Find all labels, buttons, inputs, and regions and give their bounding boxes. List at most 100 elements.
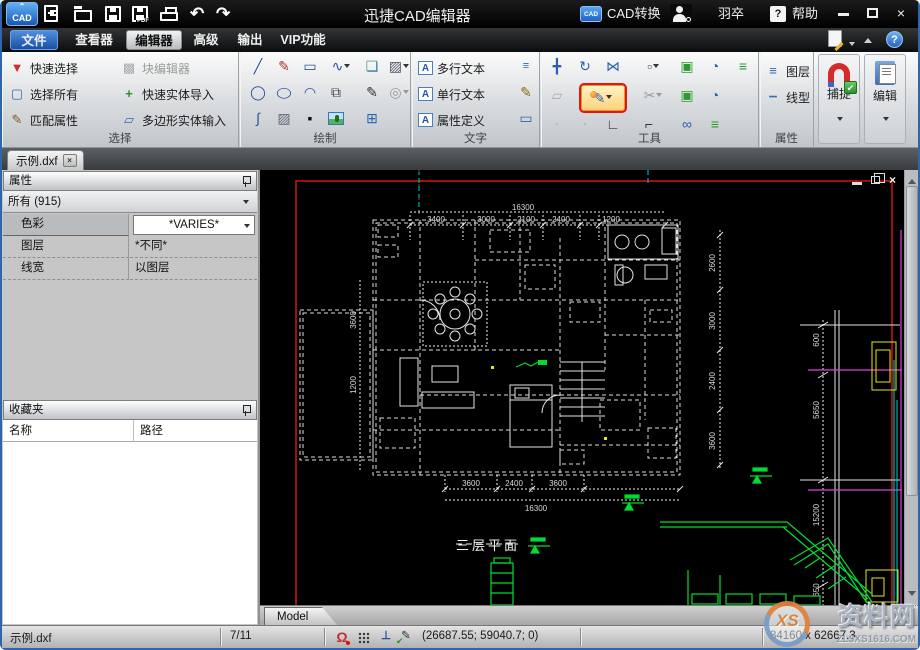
save-pdf-button[interactable]: PDF bbox=[132, 3, 148, 25]
cad-convert-button[interactable]: CAD bbox=[580, 3, 602, 25]
table-tool[interactable]: ⊞ bbox=[360, 107, 384, 131]
vertical-scrollbar[interactable] bbox=[904, 170, 918, 605]
hatch-tool[interactable]: ▨ bbox=[272, 107, 296, 131]
draft-toggle[interactable]: ✎ ✔ bbox=[396, 628, 416, 647]
trim-tool-disabled[interactable]: ✂ bbox=[637, 84, 669, 108]
copy-tool[interactable]: ⧉ bbox=[324, 81, 348, 105]
mdi-close-button[interactable]: × bbox=[889, 174, 896, 186]
model-tab[interactable]: Model bbox=[264, 607, 338, 626]
new-file-button[interactable] bbox=[44, 3, 58, 25]
help-label[interactable]: 帮助 bbox=[792, 3, 818, 25]
text-button[interactable]: A单行文本 bbox=[418, 83, 485, 105]
favorites-list[interactable] bbox=[3, 442, 257, 624]
snap-button[interactable]: ✔ 捕捉 bbox=[818, 54, 860, 144]
pin-icon[interactable] bbox=[242, 176, 250, 187]
arc-tool[interactable]: ◠ bbox=[298, 81, 322, 105]
tab-close-button[interactable]: × bbox=[63, 154, 77, 167]
favorites-col-path[interactable]: 路径 bbox=[133, 420, 163, 442]
scroll-down-icon[interactable] bbox=[908, 591, 916, 600]
quick-edit-dropdown[interactable] bbox=[848, 30, 855, 50]
grid-toggle[interactable] bbox=[354, 628, 374, 647]
quick-select-button[interactable]: ▼快速选择 bbox=[8, 57, 78, 79]
maximize-button[interactable] bbox=[861, 4, 883, 22]
property-row-lineweight[interactable]: 线宽 以图层 bbox=[3, 258, 257, 280]
pin-icon[interactable] bbox=[242, 405, 250, 416]
line-tool[interactable]: ╱ bbox=[246, 55, 270, 79]
edit-text-tool[interactable]: ▭ bbox=[514, 107, 538, 131]
edit-button[interactable]: 编辑 bbox=[864, 54, 906, 144]
ellipse-tool[interactable]: ◯ bbox=[272, 84, 296, 102]
menu-advanced[interactable]: 高级 bbox=[186, 30, 226, 50]
property-row-layer[interactable]: 图层 *不同* bbox=[3, 236, 257, 258]
username[interactable]: 羽卒 bbox=[718, 3, 744, 25]
block-tool[interactable]: ❏ bbox=[360, 55, 384, 79]
match-properties-button[interactable]: ✎匹配属性 bbox=[8, 109, 78, 131]
svg-text:2400: 2400 bbox=[708, 372, 717, 390]
favorites-col-name[interactable]: 名称 bbox=[3, 425, 32, 437]
help-circle-button[interactable]: ? bbox=[886, 30, 903, 50]
quick-edit-button[interactable] bbox=[828, 30, 842, 50]
group-tool[interactable]: ▣ bbox=[675, 84, 699, 108]
sketch-tool[interactable]: ✎ bbox=[272, 55, 296, 79]
user-button[interactable] bbox=[670, 3, 692, 25]
menu-viewer[interactable]: 查看器 bbox=[66, 30, 122, 50]
linetype-button[interactable]: ┄线型 bbox=[764, 86, 810, 108]
menu-vip[interactable]: VIP功能 bbox=[274, 30, 332, 50]
help-button[interactable]: ? bbox=[770, 3, 786, 25]
document-tab[interactable]: 示例.dxf × bbox=[7, 150, 84, 170]
snap-toggle[interactable]: Ω bbox=[332, 628, 352, 647]
collapse-ribbon-button[interactable] bbox=[864, 30, 872, 50]
select-all-button[interactable]: ▢选择所有 bbox=[8, 83, 78, 105]
align-tool[interactable]: ▣ bbox=[675, 55, 699, 79]
print-button[interactable] bbox=[160, 3, 178, 25]
rectangle-tool[interactable]: ▭ bbox=[298, 55, 322, 79]
time-rotate-tool[interactable]: ◔ bbox=[703, 84, 727, 108]
highlighted-redline-tool[interactable]: ✎ bbox=[581, 85, 625, 111]
color-value-combobox[interactable]: *VARIES* bbox=[133, 215, 255, 235]
menu-file[interactable]: 文件 bbox=[10, 30, 58, 50]
scroll-up-icon[interactable] bbox=[908, 175, 916, 184]
mdi-minimize-button[interactable] bbox=[852, 182, 862, 185]
drawing-canvas[interactable]: 16300 3400 3000 2100 2400 1200 3600 bbox=[260, 170, 918, 625]
cad-convert-icon: CAD bbox=[580, 6, 602, 22]
pen-tool[interactable]: ✎ bbox=[360, 81, 384, 105]
ortho-toggle[interactable]: ⊥ bbox=[376, 628, 396, 647]
close-button[interactable]: × bbox=[890, 4, 912, 22]
polygon-entity-input-button[interactable]: ▱多边形实体输入 bbox=[120, 109, 226, 131]
circle-tool[interactable]: ◯ bbox=[246, 81, 270, 105]
redo-button[interactable]: ↷ bbox=[216, 3, 230, 25]
hatch-region-tool[interactable]: ▨ bbox=[384, 55, 414, 79]
mtext-button[interactable]: A多行文本 bbox=[418, 57, 485, 79]
model-strip: Model bbox=[260, 605, 918, 625]
layers-button[interactable]: ≡图层 bbox=[764, 60, 810, 82]
text-style-tool[interactable]: ✎ bbox=[514, 81, 538, 105]
linetype-icon: ┄ bbox=[764, 88, 782, 106]
numbered-text-tool[interactable]: ≡ bbox=[514, 55, 538, 79]
scrollbar-thumb[interactable] bbox=[906, 186, 918, 496]
layout-tool[interactable]: ≡ bbox=[731, 55, 755, 79]
polyline-tool[interactable]: ∿ bbox=[324, 55, 358, 79]
select-rect-tool[interactable]: ▫ bbox=[637, 55, 669, 79]
block-editor-button[interactable]: ▩块编辑器 bbox=[120, 57, 190, 79]
cad-logo-icon[interactable]: ⌃CAD bbox=[6, 2, 38, 26]
fade-tool[interactable]: ◎ bbox=[384, 81, 414, 105]
mdi-restore-button[interactable] bbox=[871, 176, 880, 184]
minimize-button[interactable] bbox=[832, 4, 854, 22]
quick-entity-import-button[interactable]: +快速实体导入 bbox=[120, 83, 214, 105]
spline-tool[interactable]: ∫ bbox=[246, 107, 270, 131]
dropdown-arrow-icon bbox=[403, 90, 409, 97]
mirror-tool[interactable]: ⋈ bbox=[601, 55, 625, 79]
attribute-define-button[interactable]: A属性定义 bbox=[418, 109, 485, 131]
menu-output[interactable]: 输出 bbox=[230, 30, 270, 50]
point-tool[interactable]: ▪ bbox=[298, 107, 322, 131]
save-button[interactable] bbox=[105, 3, 121, 25]
rotate-tool[interactable]: ↻ bbox=[573, 55, 597, 79]
open-file-button[interactable] bbox=[74, 3, 92, 25]
undo-button[interactable]: ↶ bbox=[190, 3, 204, 25]
properties-filter-dropdown[interactable]: 所有 (915) bbox=[3, 191, 257, 213]
cad-convert-label[interactable]: CAD转换 bbox=[607, 3, 660, 25]
paste-tool-disabled[interactable]: ▱ bbox=[545, 84, 569, 108]
time-copy-tool[interactable]: ◔ bbox=[703, 55, 727, 79]
menu-editor[interactable]: 编辑器 bbox=[126, 30, 182, 50]
move-tool[interactable]: ╋ bbox=[545, 55, 569, 79]
